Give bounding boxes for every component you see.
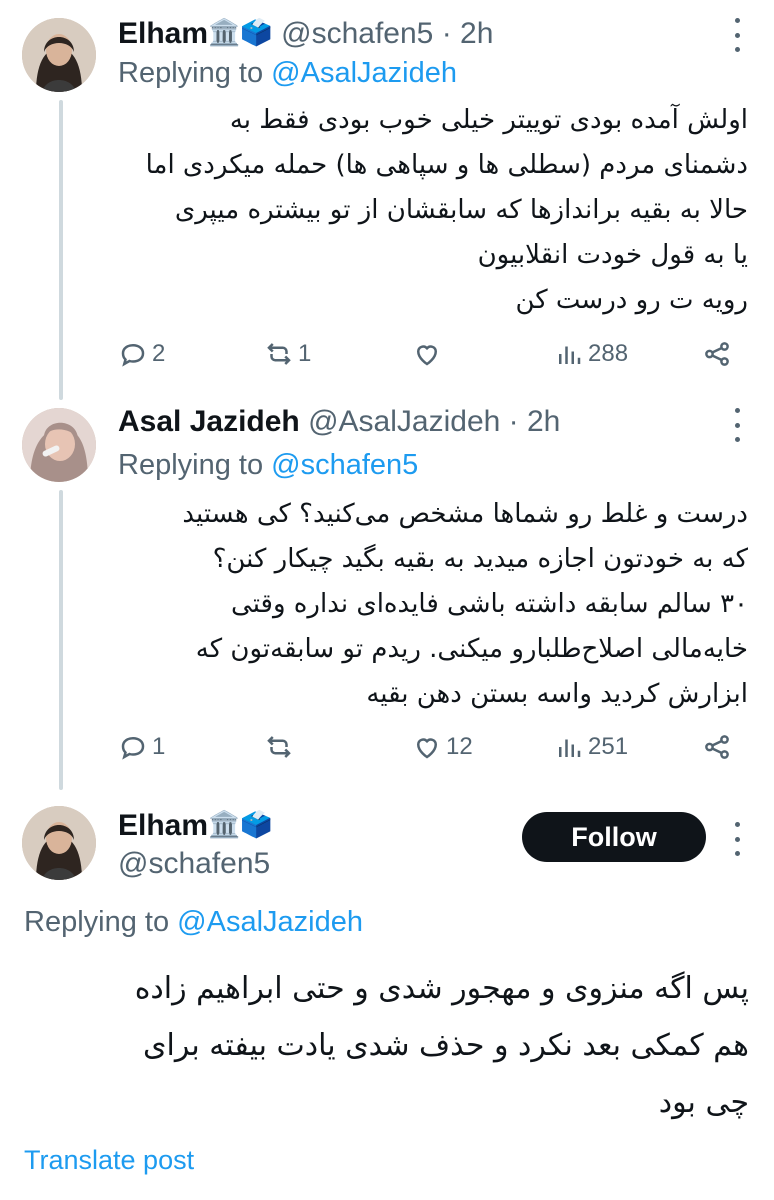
tweet-text: اولش آمده بودی توییتر خیلی خوب بودی فقط … [145,105,748,315]
reply-icon [121,736,145,760]
tweet-header: Elham🏛️🗳️ [118,806,273,844]
like-icon [416,738,438,759]
views-icon [559,346,581,364]
share-icon [705,342,729,366]
views-icon [559,739,581,757]
display-name[interactable]: Elham [118,17,208,50]
tweet-header: Elham🏛️🗳️ @schafen5 · 2h [118,14,493,52]
user-handle[interactable]: @AsalJazideh [308,405,500,438]
more-icon[interactable] [722,822,752,856]
repost-button[interactable]: 1 [264,334,311,374]
thread-line-2 [59,490,63,790]
reply-button[interactable]: 2 [118,334,165,374]
thread-line-1 [59,100,63,400]
tweet-header: Asal Jazideh @AsalJazideh · 2h [118,404,560,440]
tweet-text: پس اگه منزوی و مهجور شدی و حتی ابراهیم ز… [134,971,749,1120]
replying-to-label: Replying to [24,906,170,938]
repost-icon [267,736,291,758]
replying-to-label: Replying to [118,57,264,89]
reply-count: 1 [152,733,166,760]
like-button[interactable] [412,334,446,374]
more-icon[interactable] [722,18,752,52]
tweet-text: درست و غلط رو شماها مشخص می‌کنید؟ کی هست… [182,499,748,709]
user-handle[interactable]: @schafen5 [281,17,433,50]
replying-to-handle[interactable]: @AsalJazideh [271,57,457,89]
tweet-actions: 1 12 251 [118,727,738,767]
translate-post-link[interactable]: Translate post [24,1145,194,1176]
replying-to: Replying to @schafen5 [118,447,418,483]
replying-to: Replying to @AsalJazideh [118,55,457,91]
replying-to-handle[interactable]: @AsalJazideh [177,906,363,938]
user-handle[interactable]: @schafen5 [118,846,270,882]
follow-button[interactable]: Follow [522,812,706,862]
tweet-actions: 2 1 288 [118,334,738,374]
repost-icon [267,343,291,365]
repost-button[interactable] [264,727,298,767]
views-count: 251 [588,733,629,760]
replying-to: Replying to @AsalJazideh [24,904,363,940]
timestamp[interactable]: · 2h [509,405,561,438]
reply-button[interactable]: 1 [118,727,165,767]
like-button[interactable]: 12 [412,727,473,767]
reply-count: 2 [152,340,166,367]
replying-to-label: Replying to [118,449,264,481]
like-icon [416,345,438,366]
name-emoji: 🏛️🗳️ [208,17,273,47]
more-icon[interactable] [722,408,752,442]
reply-icon [121,343,145,367]
views-button[interactable]: 288 [554,334,628,374]
timestamp[interactable]: · 2h [442,17,494,50]
replying-to-handle[interactable]: @schafen5 [271,449,418,481]
display-name[interactable]: Elham [118,809,208,842]
views-button[interactable]: 251 [554,727,628,767]
avatar[interactable] [22,806,96,880]
avatar[interactable] [22,18,96,92]
display-name[interactable]: Asal Jazideh [118,405,300,438]
views-count: 288 [588,340,629,367]
like-count: 12 [446,733,473,760]
share-button[interactable] [702,727,732,767]
share-button[interactable] [702,334,732,374]
avatar[interactable] [22,408,96,482]
name-emoji: 🏛️🗳️ [208,809,273,839]
share-icon [705,735,729,759]
repost-count: 1 [298,340,312,367]
